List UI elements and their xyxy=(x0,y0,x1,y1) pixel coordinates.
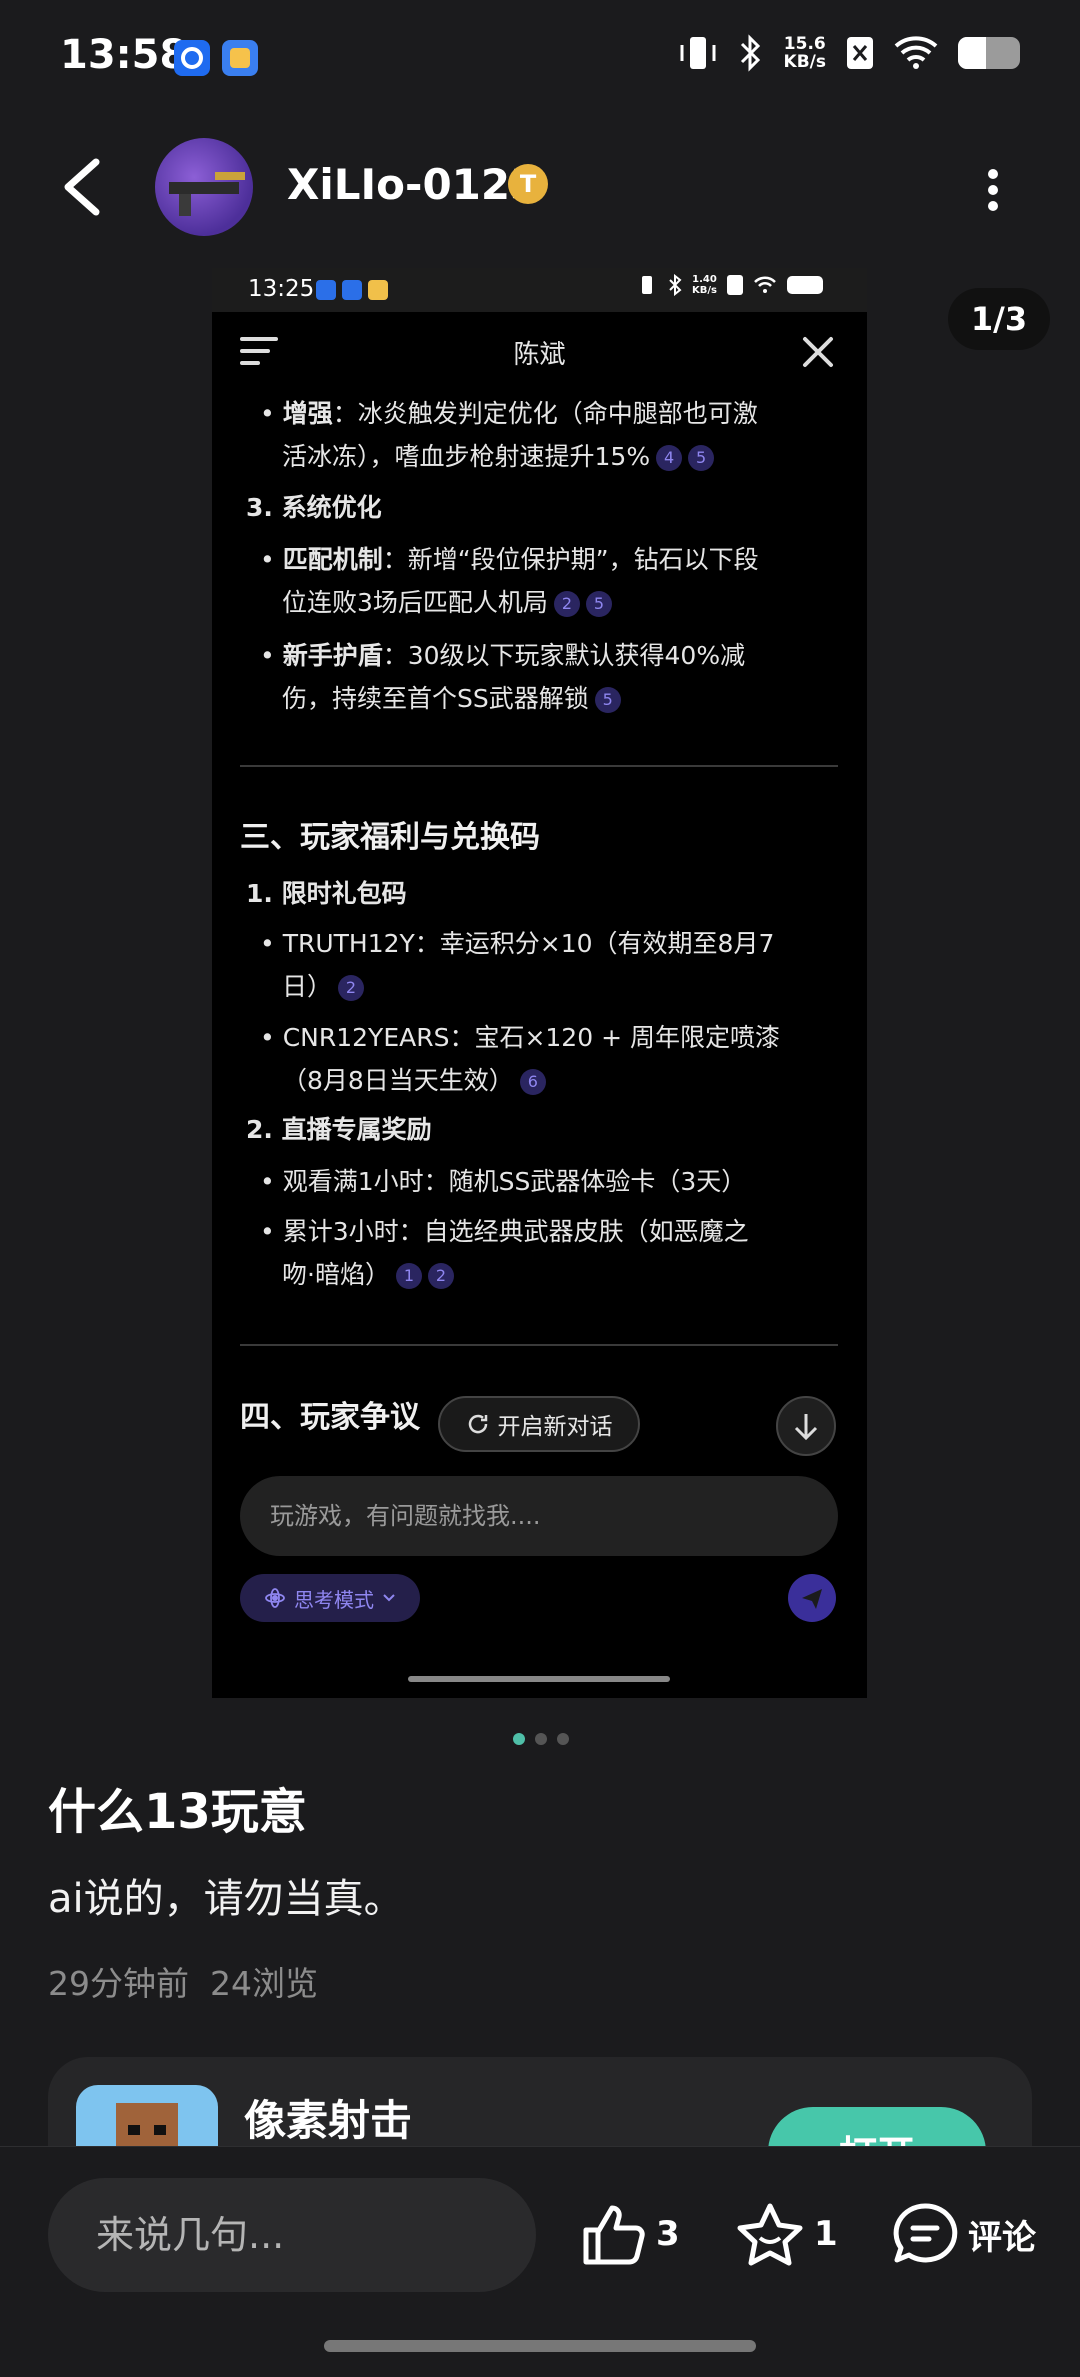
code2-bullet: • CNR12YEARS：宝石×120 + 周年限定喷漆 （8月8日当天生效） 6 xyxy=(260,1023,780,1095)
gift-heading: 1. 限时礼包码 xyxy=(246,879,407,908)
post-time: 29分钟前 xyxy=(48,1964,189,2003)
post-image[interactable]: 13:25 1.40 KB/s 陈斌 • 增强：冰炎触发判定优化（命中腿部也可激 … xyxy=(212,268,867,1698)
thumbs-up-icon xyxy=(583,2205,645,2265)
inner-app-icons xyxy=(316,280,390,306)
like-count: 3 xyxy=(656,2214,680,2254)
pagination-dot[interactable] xyxy=(557,1733,569,1745)
inner-bluetooth-icon xyxy=(669,274,682,296)
post-title: 什么13玩意 xyxy=(48,1784,307,1840)
status-time: 13:58 xyxy=(60,32,188,78)
post-views: 24浏览 xyxy=(209,1964,318,2003)
game-name: 像素射击 xyxy=(244,2096,413,2145)
divider xyxy=(240,1344,838,1346)
app-notification-icon-1 xyxy=(174,40,210,76)
app-notification-icon-2 xyxy=(222,40,258,76)
inner-no-sim-icon xyxy=(726,275,743,295)
enhance-bullet: • 增强：冰炎触发判定优化（命中腿部也可激 活冰冻），嗜血步枪射速提升15% 4 5 xyxy=(260,399,758,471)
pagination-dot[interactable] xyxy=(513,1733,525,1745)
no-sim-icon xyxy=(847,37,873,69)
inner-status-bar: 13:25 1.40 KB/s xyxy=(212,268,867,312)
network-speed: 15.6 KB/s xyxy=(783,34,826,72)
post-body: ai说的，请勿当真。 xyxy=(48,1876,404,1922)
chat-title: 陈斌 xyxy=(513,340,566,370)
avatar[interactable] xyxy=(155,138,253,236)
welfare-heading: 三、玩家福利与兑换码 xyxy=(240,820,540,855)
favorite-count: 1 xyxy=(814,2214,838,2254)
inner-status-right: 1.40 KB/s xyxy=(636,274,823,296)
like-button[interactable]: 3 xyxy=(580,2202,680,2266)
scroll-down-button[interactable] xyxy=(776,1396,836,1456)
chat-close-icon[interactable] xyxy=(802,336,834,372)
username[interactable]: XiLIo-0123 xyxy=(287,160,539,209)
code1-bullet: • TRUTH12Y：幸运积分×10（有效期至8月7 日） 2 xyxy=(260,929,775,1001)
vibrate-icon xyxy=(680,37,716,69)
image-pagination[interactable] xyxy=(513,1733,569,1745)
user-badge-icon: T xyxy=(508,164,548,204)
comment-button[interactable]: 评论 xyxy=(892,2202,1036,2266)
inner-home-indicator xyxy=(408,1676,670,1682)
system-heading: 3. 系统优化 xyxy=(246,493,382,522)
live2-bullet: • 累计3小时：自选经典武器皮肤（如恶魔之 吻·暗焰） 1 2 xyxy=(260,1217,749,1289)
back-button[interactable] xyxy=(58,156,114,218)
new-chat-button[interactable]: 开启新对话 xyxy=(438,1396,640,1452)
chat-input[interactable]: 玩游戏，有问题就找我.... xyxy=(240,1476,838,1556)
image-counter: 1/3 xyxy=(948,288,1050,350)
favorite-button[interactable]: 1 xyxy=(736,2202,838,2266)
refresh-icon xyxy=(468,1414,487,1434)
newbie-bullet: • 新手护盾：30级以下玩家默认获得40%减 伤，持续至首个SS武器解锁 5 xyxy=(260,641,746,713)
status-right-group: 15.6 KB/s xyxy=(678,34,1020,72)
inner-battery-icon xyxy=(786,276,823,294)
divider xyxy=(240,765,838,767)
inner-vibrate-icon xyxy=(642,276,652,294)
home-indicator[interactable] xyxy=(324,2340,756,2352)
inner-status-time: 13:25 xyxy=(248,276,315,302)
inner-wifi-icon xyxy=(754,276,776,293)
more-options-button[interactable] xyxy=(986,168,1000,212)
chevron-down-icon xyxy=(383,1594,395,1602)
send-icon xyxy=(802,1589,822,1609)
arrow-down-icon xyxy=(794,1414,818,1441)
battery-icon xyxy=(958,37,1020,69)
live-heading: 2. 直播专属奖励 xyxy=(246,1115,432,1144)
comment-label: 评论 xyxy=(968,2217,1036,2258)
comment-icon xyxy=(893,2203,958,2263)
bluetooth-icon xyxy=(740,34,760,72)
post-meta: 29分钟前 24浏览 xyxy=(48,1957,318,2005)
pagination-dot[interactable] xyxy=(535,1733,547,1745)
live1-bullet: • 观看满1小时：随机SS武器体验卡（3天） xyxy=(260,1167,747,1196)
atom-icon xyxy=(265,1588,285,1608)
dispute-heading: 四、玩家争议 xyxy=(240,1400,420,1435)
wifi-icon xyxy=(894,36,938,69)
thinking-mode-toggle[interactable]: 思考模式 xyxy=(240,1574,420,1622)
match-bullet: • 匹配机制：新增“段位保护期”，钻石以下段 位连败3场后匹配人机局 2 5 xyxy=(260,545,759,617)
comment-input[interactable]: 来说几句... xyxy=(48,2178,536,2292)
star-icon xyxy=(737,2203,803,2266)
send-button[interactable] xyxy=(788,1574,836,1622)
